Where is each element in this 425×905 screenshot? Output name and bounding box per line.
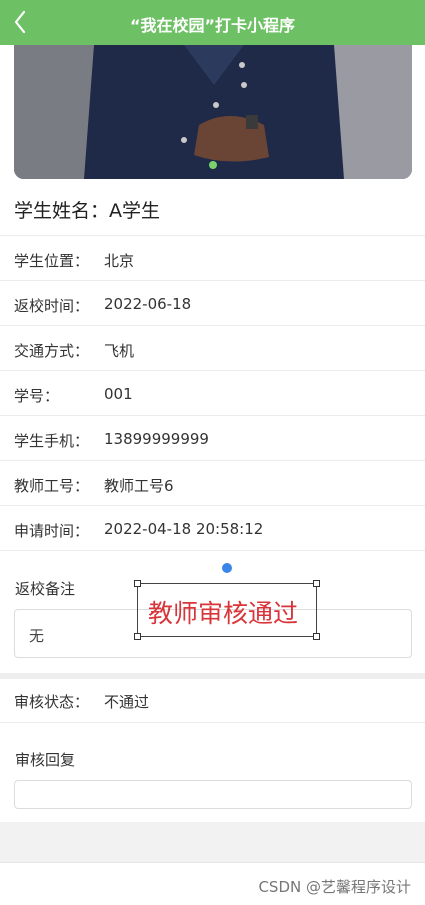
info-row-location: 学生位置： 北京: [0, 235, 425, 280]
field-value: 2022-06-18: [104, 295, 192, 313]
return-note-label: 返校备注: [15, 580, 76, 598]
info-row-phone: 学生手机： 13899999999: [0, 415, 425, 460]
row-divider: [0, 722, 425, 723]
resize-handle-top-left[interactable]: [134, 580, 141, 587]
field-value: 不通过: [104, 693, 150, 711]
field-value: 北京: [104, 252, 135, 270]
page-title: “我在校园”打卡小程序: [129, 16, 296, 35]
info-row-return-date: 返校时间： 2022-06-18: [0, 280, 425, 325]
field-label: 教师工号：: [14, 477, 90, 495]
field-value: 2022-04-18 20:58:12: [104, 520, 264, 538]
row-divider: [0, 550, 425, 551]
info-row-transport: 交通方式： 飞机: [0, 325, 425, 370]
field-value: 飞机: [104, 342, 135, 360]
field-label: 审核状态：: [14, 693, 90, 711]
field-label: 申请时间：: [14, 522, 90, 540]
banner-image: [14, 45, 412, 179]
overlay-text: 教师审核通过: [148, 599, 299, 628]
student-name: 学生姓名：A学生: [14, 196, 160, 223]
text-overlay[interactable]: 教师审核通过: [137, 583, 317, 637]
info-row-apply-time: 申请时间： 2022-04-18 20:58:12: [0, 505, 425, 550]
info-row-review-status: 审核状态： 不通过: [0, 677, 425, 722]
rotate-handle[interactable]: [222, 563, 232, 573]
field-label: 学生位置：: [14, 252, 90, 270]
resize-handle-bottom-left[interactable]: [134, 633, 141, 640]
field-value: 001: [104, 385, 133, 403]
field-label: 学生手机：: [14, 432, 90, 450]
review-reply-input[interactable]: [14, 780, 412, 809]
return-note-value: 无: [29, 627, 45, 645]
info-row-student-id: 学号： 001: [0, 370, 425, 415]
student-name-label: 学生姓名：: [14, 200, 110, 222]
footer-spacer: [0, 822, 425, 862]
student-name-value: A学生: [109, 200, 161, 222]
resize-handle-top-right[interactable]: [313, 580, 320, 587]
resize-handle-bottom-right[interactable]: [313, 633, 320, 640]
watermark: CSDN @艺馨程序设计: [258, 878, 411, 896]
field-value: 13899999999: [104, 430, 209, 448]
info-row-teacher-id: 教师工号： 教师工号6: [0, 460, 425, 505]
field-label: 交通方式：: [14, 342, 90, 360]
review-reply-label: 审核回复: [15, 751, 76, 769]
nav-bar: “我在校园”打卡小程序: [0, 0, 425, 45]
field-value: 教师工号6: [104, 477, 174, 495]
field-label: 返校时间：: [14, 297, 90, 315]
field-label: 学号：: [14, 387, 60, 405]
